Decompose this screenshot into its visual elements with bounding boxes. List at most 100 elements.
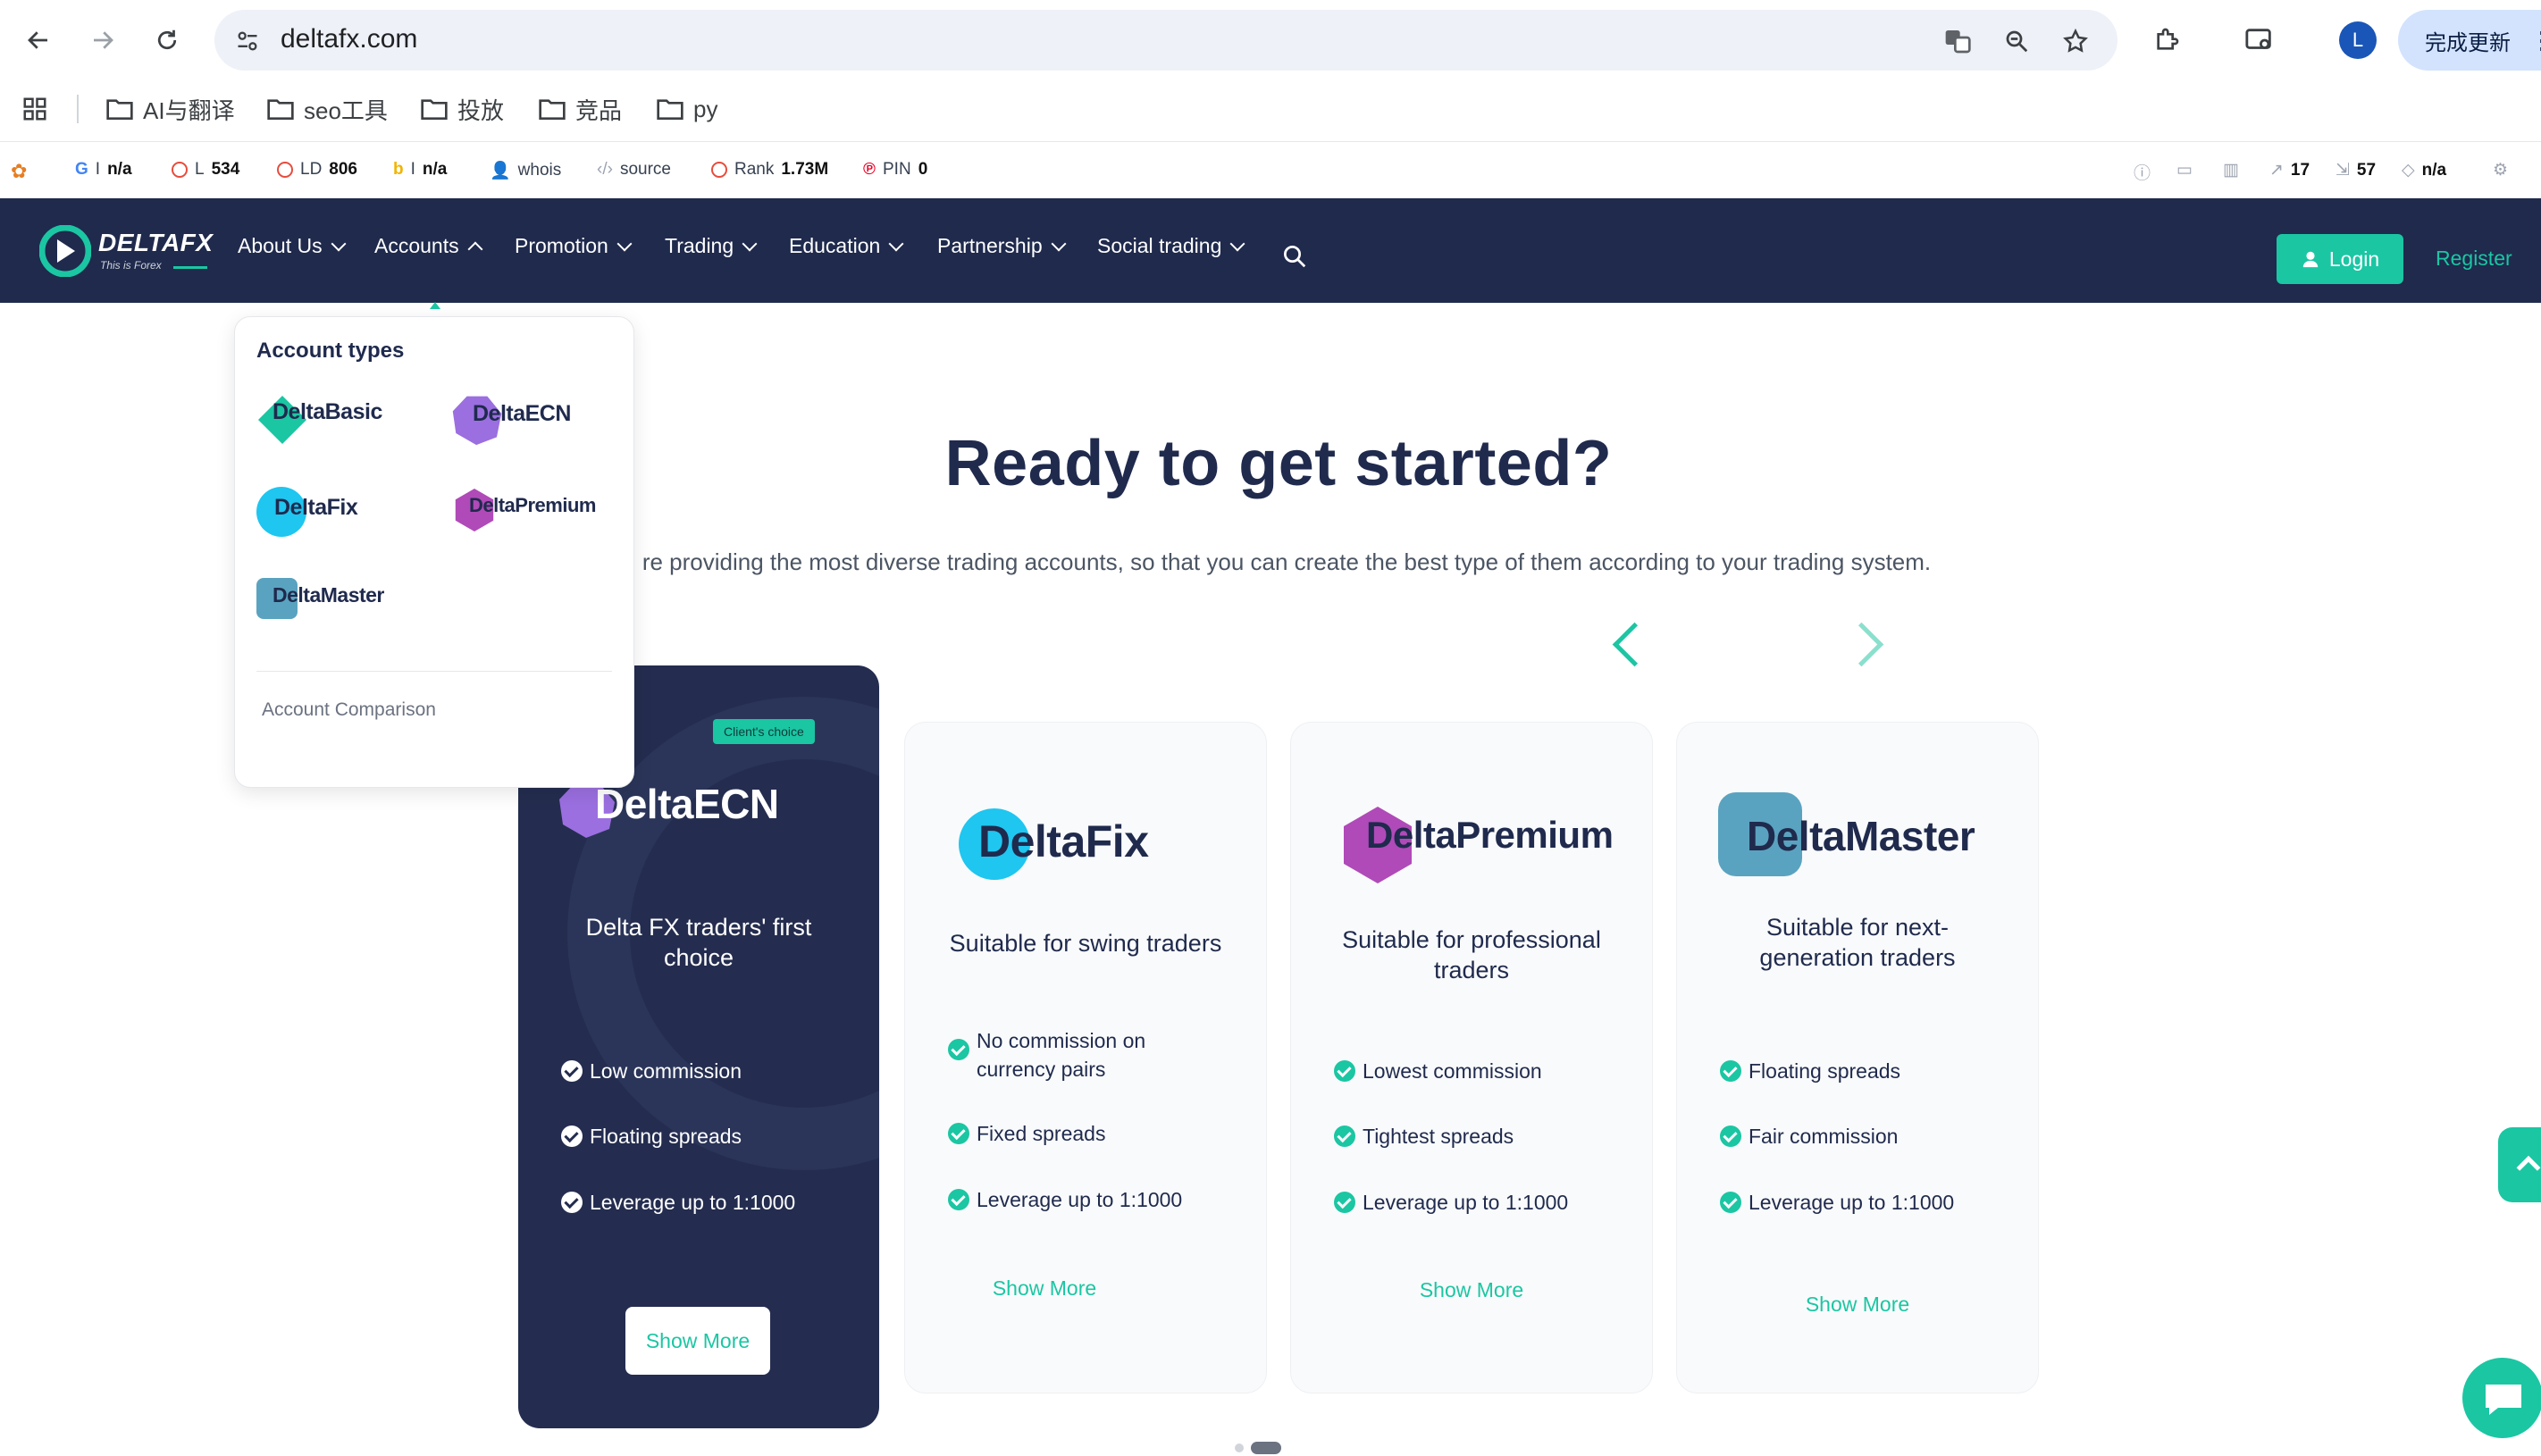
bookmark-folder-ads[interactable]: 投放 bbox=[420, 91, 504, 127]
url-text[interactable]: deltafx.com bbox=[281, 24, 417, 54]
settings-gear-icon[interactable]: ⚙ bbox=[2493, 160, 2508, 180]
show-more-link[interactable]: Show More bbox=[1291, 1278, 1652, 1302]
seo-links[interactable]: L 534 bbox=[172, 160, 239, 180]
back-button[interactable] bbox=[18, 20, 59, 61]
nav-label: Promotion bbox=[515, 234, 608, 257]
check-circle-icon bbox=[561, 1060, 583, 1082]
translate-icon[interactable] bbox=[1941, 24, 1975, 58]
nav-trading[interactable]: Trading bbox=[665, 234, 758, 258]
bookmark-folder-py[interactable]: py bbox=[656, 91, 717, 127]
register-link[interactable]: Register bbox=[2436, 247, 2512, 271]
folder-icon bbox=[106, 99, 133, 120]
chevron-up-icon bbox=[2516, 1155, 2541, 1171]
site-info-icon[interactable] bbox=[231, 24, 264, 58]
seo-source[interactable]: ‹/› source bbox=[597, 160, 671, 180]
carousel-next-arrow[interactable] bbox=[1839, 622, 1884, 667]
user-icon bbox=[2302, 251, 2319, 268]
check-circle-icon bbox=[1334, 1192, 1355, 1213]
monitor-icon[interactable]: ▭ bbox=[2176, 160, 2193, 180]
folder-icon bbox=[267, 99, 294, 120]
back-to-top-button[interactable] bbox=[2498, 1127, 2541, 1202]
nav-about-us[interactable]: About Us bbox=[238, 234, 347, 258]
deltamaster-card-logo: DeltaMaster bbox=[1718, 792, 1975, 876]
circle-icon bbox=[172, 162, 188, 178]
seo-google-index[interactable]: G In/a bbox=[75, 160, 132, 180]
deltafx-logo[interactable]: DELTAFX This is Forex bbox=[39, 225, 218, 279]
dropdown-item-deltafix[interactable]: DeltaFix bbox=[256, 487, 358, 537]
info-icon[interactable]: ⓘ bbox=[2134, 160, 2151, 184]
account-card-fix: DeltaFix Suitable for swing traders No c… bbox=[904, 722, 1267, 1393]
page-subtitle: re providing the most diverse trading ac… bbox=[642, 548, 1932, 575]
chevron-down-icon bbox=[742, 236, 758, 251]
seo-whois[interactable]: 👤 whois bbox=[490, 160, 561, 181]
pinterest-icon: ℗ bbox=[863, 160, 876, 179]
person-icon: 👤 bbox=[490, 162, 511, 180]
search-icon[interactable] bbox=[1281, 243, 1308, 274]
check-circle-icon bbox=[948, 1123, 969, 1144]
dropdown-item-deltamaster[interactable]: DeltaMaster bbox=[256, 578, 384, 619]
bookmark-label: 竞品 bbox=[575, 96, 623, 124]
bookmarks-bar: AI与翻译 seo工具 投放 竞品 py bbox=[0, 79, 2541, 138]
login-button[interactable]: Login bbox=[2277, 234, 2403, 284]
bookmarks-divider bbox=[77, 95, 79, 123]
zoom-icon[interactable] bbox=[2000, 24, 2034, 58]
code-icon: ‹/› bbox=[597, 160, 613, 179]
carousel-dot-active[interactable] bbox=[1251, 1442, 1281, 1454]
apps-grid-icon[interactable] bbox=[21, 91, 48, 127]
profile-avatar[interactable]: L bbox=[2339, 21, 2377, 59]
reload-button[interactable] bbox=[147, 20, 188, 61]
check-circle-icon bbox=[948, 1039, 969, 1060]
deltafx-logo-mark bbox=[39, 225, 91, 277]
feature-item: Lowest commission bbox=[1334, 1057, 1542, 1085]
update-button[interactable]: 完成更新 ⋮ bbox=[2398, 10, 2541, 71]
account-card-premium: DeltaPremium Suitable for professional t… bbox=[1290, 722, 1653, 1393]
chart-icon[interactable]: ▥ bbox=[2223, 160, 2239, 180]
logo-underline bbox=[173, 266, 207, 269]
show-more-button[interactable]: Show More bbox=[625, 1307, 770, 1375]
nav-label: Social trading bbox=[1097, 234, 1222, 257]
nav-promotion[interactable]: Promotion bbox=[515, 234, 633, 258]
nav-label: Education bbox=[789, 234, 881, 257]
bookmark-folder-seo[interactable]: seo工具 bbox=[266, 91, 388, 127]
nav-accounts[interactable]: Accounts bbox=[374, 234, 483, 258]
dropdown-item-deltabasic[interactable]: DeltaBasic bbox=[256, 396, 382, 444]
check-circle-icon bbox=[1334, 1125, 1355, 1147]
nav-education[interactable]: Education bbox=[789, 234, 904, 258]
seo-bing-index[interactable]: b In/a bbox=[393, 160, 447, 180]
arrow-right-icon bbox=[94, 31, 113, 49]
card-logo-text: DeltaFix bbox=[978, 816, 1149, 866]
chat-bubble-icon bbox=[2486, 1385, 2521, 1415]
seo-external-links[interactable]: ↗ 17 bbox=[2269, 160, 2310, 180]
carousel-dot[interactable] bbox=[1235, 1443, 1244, 1452]
bookmark-folder-competitors[interactable]: 竞品 bbox=[538, 91, 622, 127]
nav-social-trading[interactable]: Social trading bbox=[1097, 234, 1245, 258]
tab-search-button[interactable] bbox=[2239, 20, 2280, 61]
update-button-label: 完成更新 bbox=[2425, 30, 2511, 55]
seo-logo-icon[interactable]: ✿ bbox=[11, 160, 27, 183]
seo-internal-links[interactable]: ⇲ 57 bbox=[2336, 160, 2376, 180]
address-bar[interactable]: deltafx.com bbox=[214, 10, 2118, 71]
feature-item: Fixed spreads bbox=[948, 1119, 1105, 1148]
seo-rank[interactable]: Rank 1.73M bbox=[711, 160, 828, 180]
nav-partnership[interactable]: Partnership bbox=[937, 234, 1067, 258]
carousel-prev-arrow[interactable] bbox=[1612, 622, 1657, 667]
bookmark-star-icon[interactable] bbox=[2059, 24, 2092, 58]
carousel-pagination bbox=[1235, 1442, 1281, 1454]
bookmark-folder-ai[interactable]: AI与翻译 bbox=[105, 91, 235, 127]
nav-label: Trading bbox=[665, 234, 734, 257]
site-header: DELTAFX This is Forex About Us Accounts … bbox=[0, 198, 2541, 303]
more-menu-icon[interactable]: ⋮ bbox=[2530, 27, 2541, 54]
seo-trust[interactable]: ◇ n/a bbox=[2402, 160, 2446, 180]
show-more-link[interactable]: Show More bbox=[864, 1276, 1225, 1301]
dropdown-item-deltaecn[interactable]: DeltaECN bbox=[451, 396, 571, 446]
forward-button[interactable] bbox=[82, 20, 123, 61]
card-description: Suitable for next-generation traders bbox=[1759, 914, 1956, 971]
seo-linking-domains[interactable]: LD 806 bbox=[277, 160, 357, 180]
account-comparison-link[interactable]: Account Comparison bbox=[262, 699, 436, 721]
extensions-button[interactable] bbox=[2146, 20, 2187, 61]
live-chat-button[interactable] bbox=[2462, 1358, 2541, 1438]
show-more-link[interactable]: Show More bbox=[1677, 1293, 2038, 1317]
dropdown-item-deltapremium[interactable]: DeltaPremium bbox=[453, 489, 596, 531]
browser-chrome: deltafx.com L 完成更新 ⋮ AI与翻译 seo工具 bbox=[0, 0, 2541, 200]
seo-pinterest[interactable]: ℗ PIN 0 bbox=[863, 160, 927, 180]
